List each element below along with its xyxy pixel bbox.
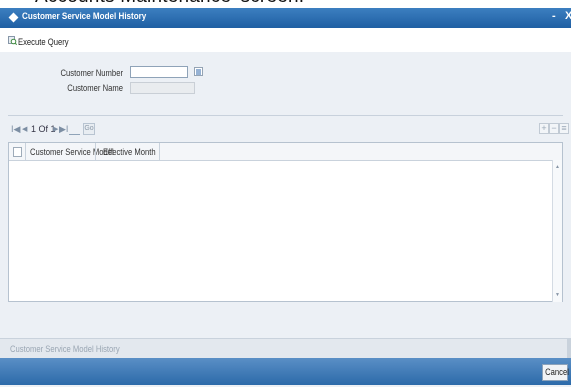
column-separator [95,143,96,160]
document-heading-fragment: Accounts Maintenance' screen. [0,0,571,8]
prev-page-button[interactable]: ◀ [22,125,27,133]
add-row-button[interactable]: + [539,123,549,134]
footer-tab-customer-service-model-history[interactable]: Customer Service Model History [10,344,120,354]
service-model-grid: Customer Service Model Effective Month ▲… [8,142,563,302]
footer-tab-bar: Customer Service Model History [0,338,571,359]
cancel-button-label: Cancel [545,367,569,377]
column-separator [25,143,26,160]
page-indicator: 1 Of 1 [31,124,56,134]
page-number-input[interactable] [69,124,80,135]
window-diamond-icon [8,12,19,23]
last-page-button[interactable]: ▶I [59,124,68,135]
customer-number-input[interactable] [130,66,188,78]
customer-name-field [130,82,195,94]
scroll-up-icon[interactable]: ▲ [555,164,560,170]
section-divider [8,115,563,116]
window-title-bar: Customer Service Model History - X [0,8,571,28]
next-page-button[interactable]: ▶ [53,125,58,133]
view-row-button[interactable]: ≡ [559,123,569,134]
execute-query-button[interactable]: Execute Query [18,37,69,47]
grid-vertical-scrollbar[interactable]: ▲ ▼ [552,160,562,302]
scroll-down-icon[interactable]: ▼ [555,292,560,298]
select-all-checkbox[interactable] [13,147,22,157]
customer-name-label: Customer Name [67,83,123,93]
column-header-effective-month[interactable]: Effective Month [103,147,156,157]
first-page-button[interactable]: I◀ [11,124,20,135]
go-button[interactable]: Go [83,123,95,135]
delete-row-button[interactable]: − [549,123,559,134]
execute-query-icon[interactable] [8,36,17,45]
toolbar: Execute Query [0,28,571,52]
minimize-button[interactable]: - [552,10,556,22]
customer-number-label: Customer Number [60,68,123,78]
bottom-action-bar: Cancel [0,358,571,385]
document-heading-text: Accounts Maintenance' screen. [35,0,304,8]
cancel-button[interactable]: Cancel [542,364,569,381]
close-button[interactable]: X [565,10,571,22]
column-separator [159,143,160,160]
window-title: Customer Service Model History [22,11,147,22]
column-header-customer-service-model[interactable]: Customer Service Model [30,147,114,157]
grid-header: Customer Service Model Effective Month [9,143,562,161]
footer-scroll-handle[interactable] [567,339,571,359]
customer-number-lov-icon[interactable] [194,67,203,76]
